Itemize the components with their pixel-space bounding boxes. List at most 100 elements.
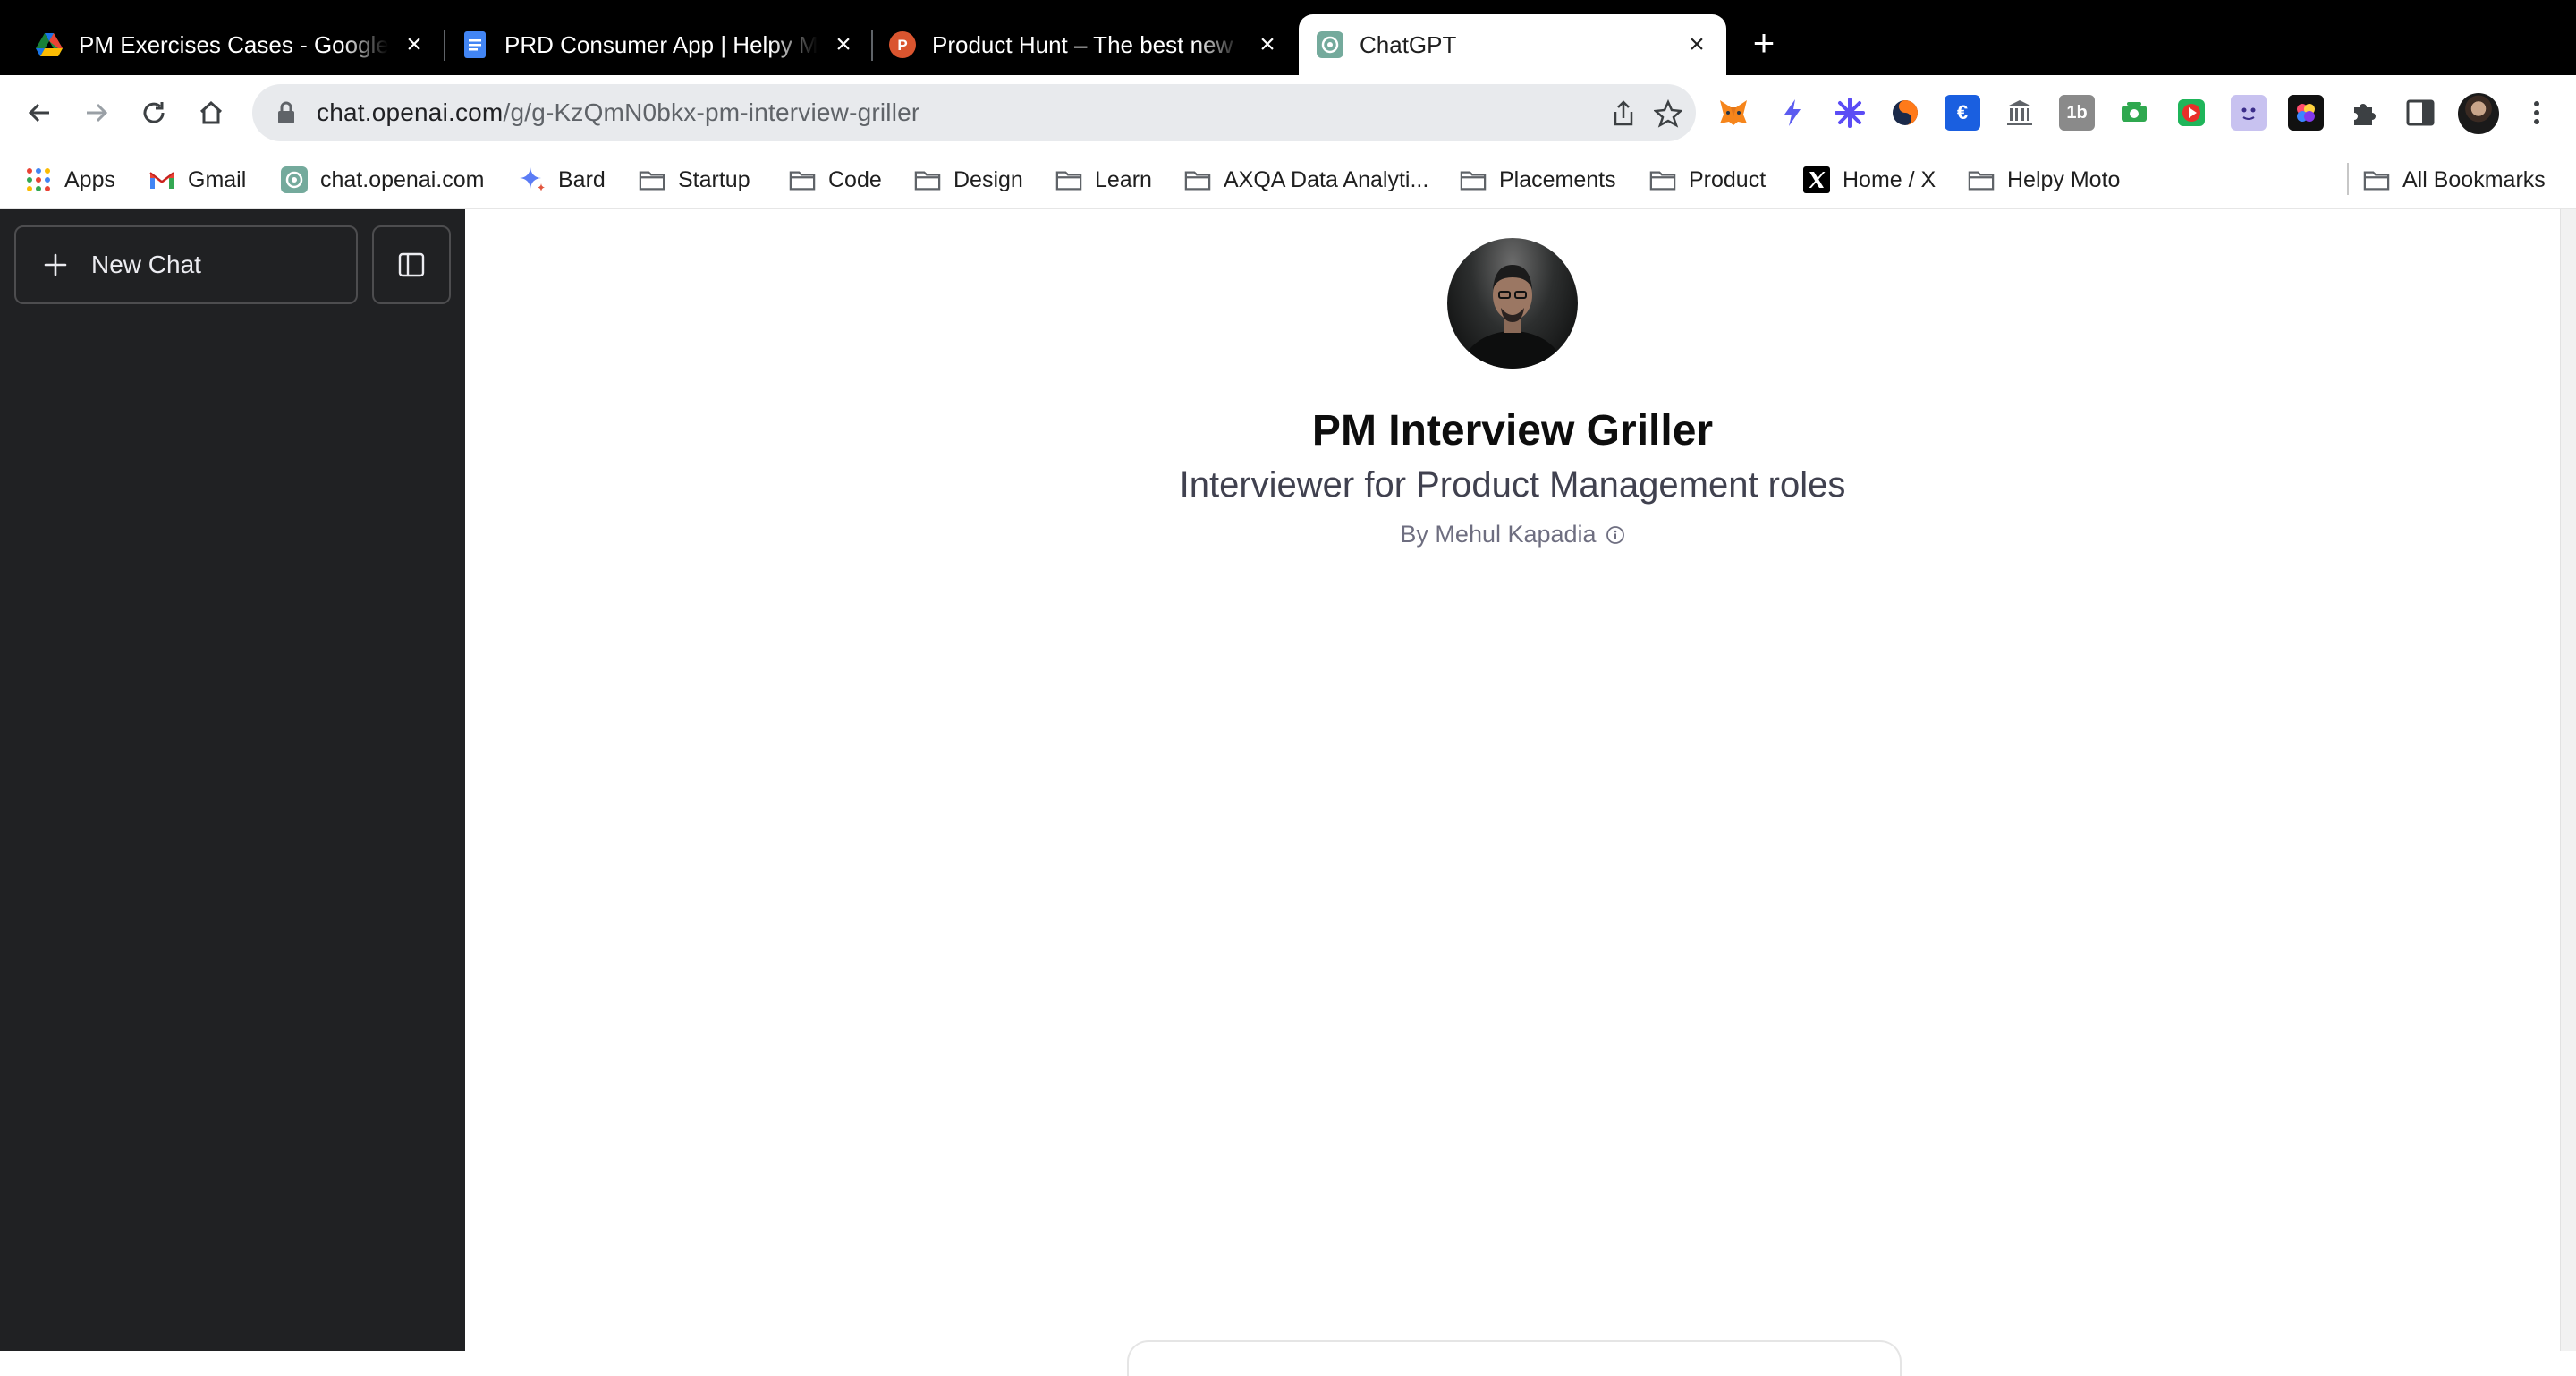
folder-icon	[1649, 166, 1676, 193]
bookmark-label: Startup	[678, 166, 750, 192]
folder-icon	[2363, 166, 2390, 193]
browser-tab-strip: PM Exercises Cases - Google Sheets × PRD…	[0, 0, 2576, 75]
bookmark-all-bookmarks[interactable]: All Bookmarks	[2363, 163, 2546, 197]
bookmark-label: AXQA Data Analyti...	[1224, 166, 1429, 192]
chatgpt-icon	[1317, 31, 1343, 58]
video-play-extension-icon[interactable]	[2174, 95, 2209, 131]
bookmark-home-x[interactable]: Home / X	[1803, 163, 1936, 197]
browser-toolbar: chat.openai.com/g/g-KzQmN0bkx-pm-intervi…	[0, 75, 2576, 150]
close-tab-icon[interactable]: ×	[1252, 30, 1283, 60]
folder-icon	[1055, 166, 1082, 193]
bookmark-folder-axqa[interactable]: AXQA Data Analyti...	[1184, 163, 1428, 197]
tab-title: ChatGPT	[1360, 30, 1457, 58]
tab-prd-consumer-app[interactable]: PRD Consumer App | Helpy Moto ×	[445, 14, 873, 75]
euro-extension-icon[interactable]: €	[1945, 95, 1980, 131]
folder-icon	[914, 166, 941, 193]
bookmark-star-button[interactable]	[1653, 98, 1683, 129]
product-hunt-icon: P	[889, 31, 916, 58]
bookmark-label: Placements	[1499, 166, 1616, 192]
lightning-extension-icon[interactable]	[1775, 95, 1810, 131]
bookmark-folder-helpy-moto[interactable]: Helpy Moto	[1968, 163, 2120, 197]
bookmark-label: Gmail	[188, 166, 247, 192]
bookmark-label: Apps	[64, 166, 115, 192]
forward-button[interactable]	[77, 93, 116, 132]
bookmark-label: chat.openai.com	[320, 166, 485, 192]
plus-icon	[44, 253, 67, 276]
toggle-sidebar-button[interactable]	[372, 225, 451, 304]
face-extension-icon[interactable]	[2231, 95, 2267, 131]
colorful-extension-icon[interactable]	[2288, 95, 2324, 131]
gpt-avatar	[1447, 238, 1578, 369]
google-docs-icon	[462, 31, 488, 58]
share-button[interactable]	[1608, 98, 1639, 129]
gmail-icon	[148, 166, 175, 193]
bookmark-folder-code[interactable]: Code	[789, 163, 882, 197]
asterisk-extension-icon[interactable]	[1832, 95, 1868, 131]
chatgpt-icon	[281, 166, 308, 193]
sidebar-toggle-icon	[398, 252, 425, 277]
bookmark-label: Product	[1689, 166, 1767, 192]
bookmark-gmail[interactable]: Gmail	[148, 163, 246, 197]
new-chat-button[interactable]: New Chat	[14, 225, 358, 304]
bookmark-apps[interactable]: Apps	[25, 163, 115, 197]
apps-grid-icon	[25, 166, 52, 193]
side-panel-icon[interactable]	[2402, 95, 2438, 131]
tab-title: PM Exercises Cases - Google Sheets	[79, 30, 388, 58]
close-tab-icon[interactable]: ×	[828, 30, 859, 60]
gpt-author-line: By Mehul Kapadia	[465, 521, 2560, 548]
extensions-puzzle-icon[interactable]	[2345, 95, 2381, 131]
folder-icon	[1460, 166, 1487, 193]
kebab-menu-icon[interactable]	[2519, 95, 2555, 131]
reload-icon	[143, 102, 165, 123]
metamask-icon[interactable]	[1716, 95, 1751, 131]
share-icon	[1614, 100, 1633, 126]
arrow-right-icon	[87, 103, 108, 123]
bank-extension-icon[interactable]	[2002, 95, 2038, 131]
bookmark-folder-startup[interactable]: Startup	[639, 163, 750, 197]
bookmark-chat-openai[interactable]: chat.openai.com	[281, 163, 484, 197]
bookmark-label: Bard	[558, 166, 606, 192]
new-tab-button[interactable]: +	[1744, 24, 1784, 64]
back-button[interactable]	[20, 93, 59, 132]
one-b-extension-icon[interactable]: 1b	[2059, 95, 2095, 131]
one-b-badge: 1b	[2066, 102, 2088, 123]
lock-icon	[278, 101, 294, 123]
page-scrollbar[interactable]	[2560, 209, 2576, 1351]
close-tab-icon[interactable]: ×	[399, 30, 429, 60]
folder-icon	[789, 166, 816, 193]
address-bar[interactable]: chat.openai.com/g/g-KzQmN0bkx-pm-intervi…	[252, 84, 1696, 141]
tab-chatgpt[interactable]: ChatGPT ×	[1299, 14, 1726, 75]
money-extension-icon[interactable]	[2116, 95, 2152, 131]
bookmarks-divider	[2347, 163, 2349, 195]
bookmarks-bar: Apps Gmail chat.openai.com Bard Startup …	[0, 150, 2576, 209]
gpt-author: By Mehul Kapadia	[1400, 521, 1597, 548]
tab-pm-exercises[interactable]: PM Exercises Cases - Google Sheets ×	[0, 14, 444, 75]
info-icon[interactable]	[1606, 525, 1625, 545]
bookmark-folder-product[interactable]: Product	[1649, 163, 1766, 197]
bookmark-label: Code	[828, 166, 882, 192]
bard-sparkle-icon	[519, 166, 546, 193]
bookmark-bard[interactable]: Bard	[519, 163, 606, 197]
bookmark-folder-learn[interactable]: Learn	[1055, 163, 1152, 197]
tab-title: PRD Consumer App | Helpy Moto	[504, 30, 818, 58]
bookmark-folder-design[interactable]: Design	[914, 163, 1023, 197]
folder-icon	[639, 166, 665, 193]
tab-product-hunt[interactable]: P Product Hunt – The best new products ×	[873, 14, 1297, 75]
svg-text:P: P	[897, 37, 907, 54]
reload-button[interactable]	[134, 93, 174, 132]
bookmark-label: Learn	[1095, 166, 1152, 192]
close-tab-icon[interactable]: ×	[1682, 30, 1712, 60]
folder-icon	[1968, 166, 1995, 193]
url-path: /g/g-KzQmN0bkx-pm-interview-griller	[503, 98, 920, 126]
star-icon	[1654, 99, 1682, 128]
profile-avatar[interactable]	[2458, 93, 2499, 134]
home-button[interactable]	[191, 93, 231, 132]
message-composer[interactable]	[1127, 1340, 1902, 1376]
url-domain: chat.openai.com	[317, 98, 504, 126]
swirl-extension-icon[interactable]	[1887, 95, 1923, 131]
bookmark-folder-placements[interactable]: Placements	[1460, 163, 1616, 197]
new-chat-label: New Chat	[91, 251, 201, 278]
chat-sidebar: New Chat	[0, 209, 465, 1351]
home-icon	[199, 100, 223, 124]
bookmark-label: Home / X	[1843, 166, 1936, 192]
